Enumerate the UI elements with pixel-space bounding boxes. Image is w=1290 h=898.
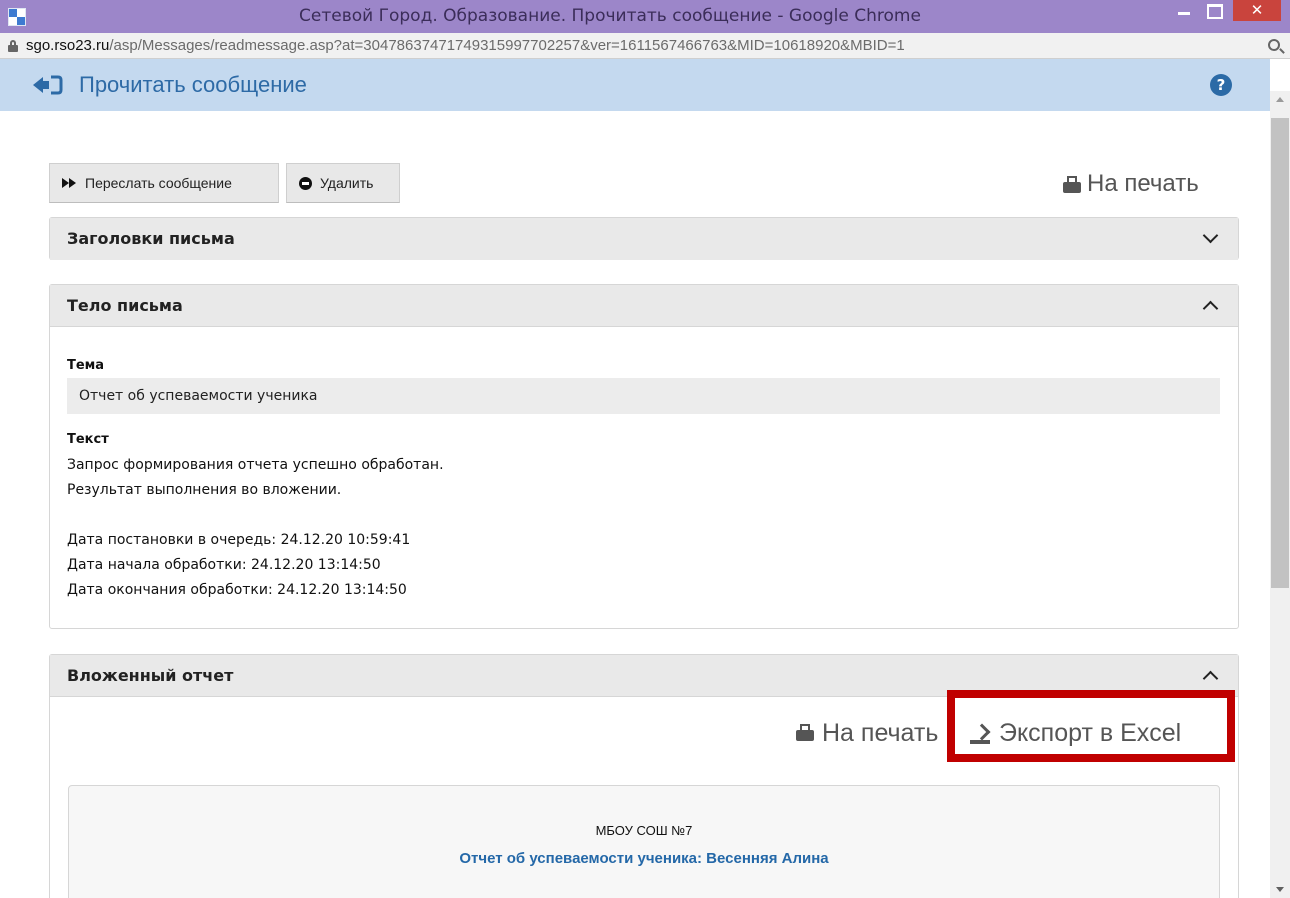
delete-button[interactable]: Удалить <box>286 163 400 203</box>
scroll-down-arrow[interactable] <box>1270 881 1290 898</box>
headers-panel: Заголовки письма <box>49 217 1239 260</box>
page-title: Прочитать сообщение <box>79 72 307 97</box>
zoom-icon[interactable] <box>1268 39 1280 51</box>
minimize-button[interactable] <box>1170 0 1198 22</box>
text-label: Текст <box>67 432 109 447</box>
message-line: Дата постановки в очередь: 24.12.20 10:5… <box>67 532 411 548</box>
window-titlebar: Сетевой Город. Образование. Прочитать со… <box>0 0 1290 33</box>
message-line: Дата окончания обработки: 24.12.20 13:14… <box>67 582 407 598</box>
body-panel: Тело письма Тема Отчет об успеваемости у… <box>49 284 1239 629</box>
window-title: Сетевой Город. Образование. Прочитать со… <box>299 6 921 26</box>
report-title-link[interactable]: Отчет об успеваемости ученика: Весенняя … <box>69 850 1219 867</box>
help-icon[interactable]: ? <box>1210 74 1232 96</box>
chevron-down-icon[interactable] <box>1202 227 1219 244</box>
url-host: sgo.rso23.ru <box>26 37 110 54</box>
print-report-link[interactable]: На печать <box>796 719 938 748</box>
body-panel-title: Тело письма <box>67 296 183 315</box>
print-report-label: На печать <box>822 719 939 747</box>
chevron-up-icon[interactable] <box>1202 300 1219 317</box>
delete-label: Удалить <box>320 175 374 191</box>
message-line: Запрос формирования отчета успешно обраб… <box>67 457 444 473</box>
report-card: МБОУ СОШ №7 Отчет об успеваемости ученик… <box>68 785 1220 898</box>
lock-icon <box>8 40 18 52</box>
subject-value: Отчет об успеваемости ученика <box>67 378 1220 414</box>
page-header: Прочитать сообщение ? <box>0 59 1270 111</box>
scroll-thumb[interactable] <box>1271 118 1289 588</box>
highlight-annotation <box>947 690 1235 762</box>
org-name: МБОУ СОШ №7 <box>595 823 693 838</box>
back-icon[interactable] <box>33 75 63 95</box>
forward-icon <box>62 178 78 188</box>
close-button[interactable]: ✕ <box>1233 0 1281 21</box>
chevron-up-icon[interactable] <box>1202 670 1219 687</box>
vertical-scrollbar[interactable] <box>1270 91 1290 898</box>
url-text[interactable]: sgo.rso23.ru/asp/Messages/readmessage.as… <box>26 33 905 59</box>
minus-circle-icon <box>299 176 312 190</box>
headers-panel-header[interactable]: Заголовки письма <box>50 218 1238 260</box>
subject-label: Тема <box>67 358 105 373</box>
body-panel-header[interactable]: Тело письма <box>50 285 1238 327</box>
message-line: Дата начала обработки: 24.12.20 13:14:50 <box>67 557 381 573</box>
report-panel-title: Вложенный отчет <box>67 666 234 685</box>
address-bar[interactable]: sgo.rso23.ru/asp/Messages/readmessage.as… <box>0 33 1290 59</box>
printer-icon <box>796 724 816 743</box>
scroll-up-arrow[interactable] <box>1270 91 1290 108</box>
forward-message-label: Переслать сообщение <box>85 175 232 191</box>
printer-icon <box>1063 175 1081 193</box>
print-message-label: На печать <box>1087 170 1199 197</box>
maximize-button[interactable] <box>1200 0 1228 22</box>
message-line: Результат выполнения во вложении. <box>67 482 342 498</box>
print-message-link[interactable]: На печать <box>1063 170 1199 198</box>
url-path: /asp/Messages/readmessage.asp?at=3047863… <box>109 37 905 54</box>
headers-panel-title: Заголовки письма <box>67 229 235 248</box>
forward-message-button[interactable]: Переслать сообщение <box>49 163 279 203</box>
